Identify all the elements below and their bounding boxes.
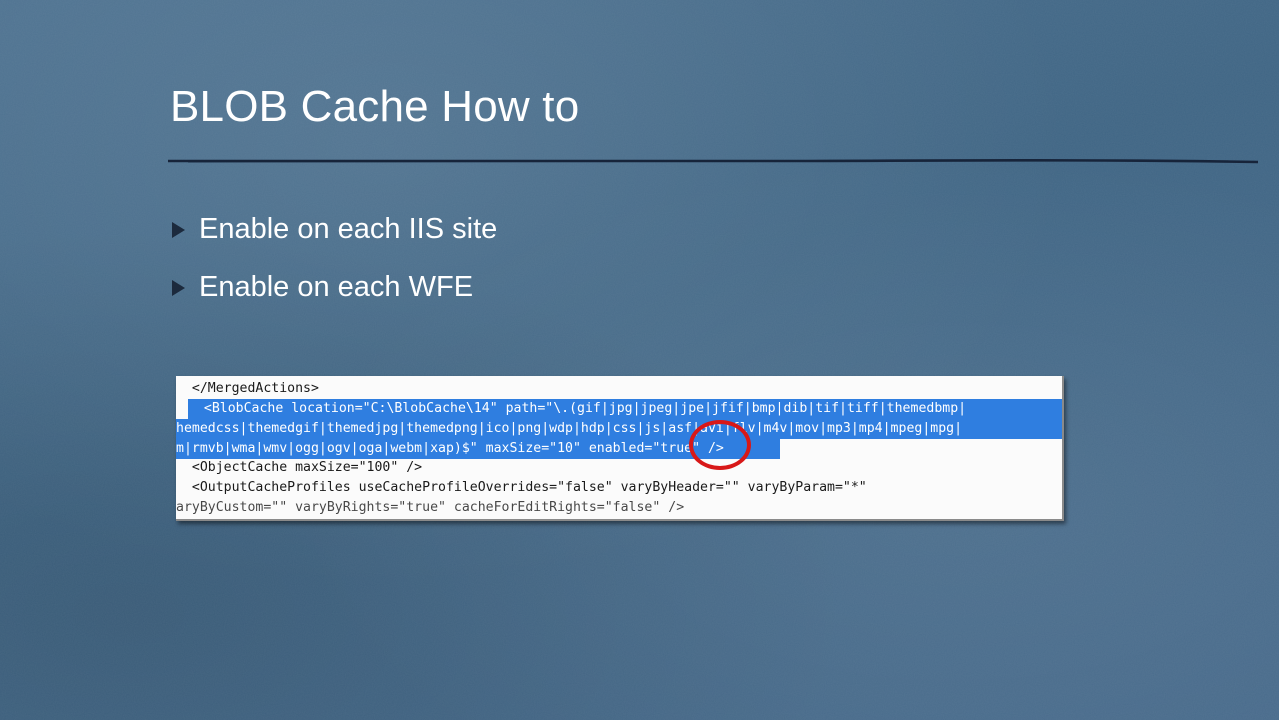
code-line: <ObjectCache maxSize="100" /> <box>176 460 423 475</box>
code-line: </MergedActions> <box>176 381 319 396</box>
code-line-partial: aryByCustom="" varyByRights="true" cache… <box>176 500 685 515</box>
config-code-screenshot: </MergedActions> <BlobCache location="C:… <box>176 376 1064 521</box>
code-line: <OutputCacheProfiles useCacheProfileOver… <box>176 480 867 495</box>
code-line-highlighted: <BlobCache location="C:\BlobCache\14" pa… <box>188 399 1062 419</box>
bullet-arrow-icon <box>172 222 185 238</box>
bullet-text: Enable on each WFE <box>199 270 474 303</box>
slide: BLOB Cache How to Enable on each IIS sit… <box>0 0 1279 720</box>
slide-title: BLOB Cache How to <box>170 82 580 131</box>
bullet-text: Enable on each IIS site <box>199 212 498 245</box>
code-line-highlighted: hemedcss|themedgif|themedjpg|themedpng|i… <box>176 419 1062 439</box>
title-divider <box>168 158 1258 164</box>
bullet-arrow-icon <box>172 280 185 296</box>
bullet-list: Enable on each IIS site Enable on each W… <box>172 200 497 316</box>
bullet-item: Enable on each WFE <box>172 258 497 316</box>
red-circle-annotation <box>689 420 751 470</box>
bullet-item: Enable on each IIS site <box>172 200 497 258</box>
